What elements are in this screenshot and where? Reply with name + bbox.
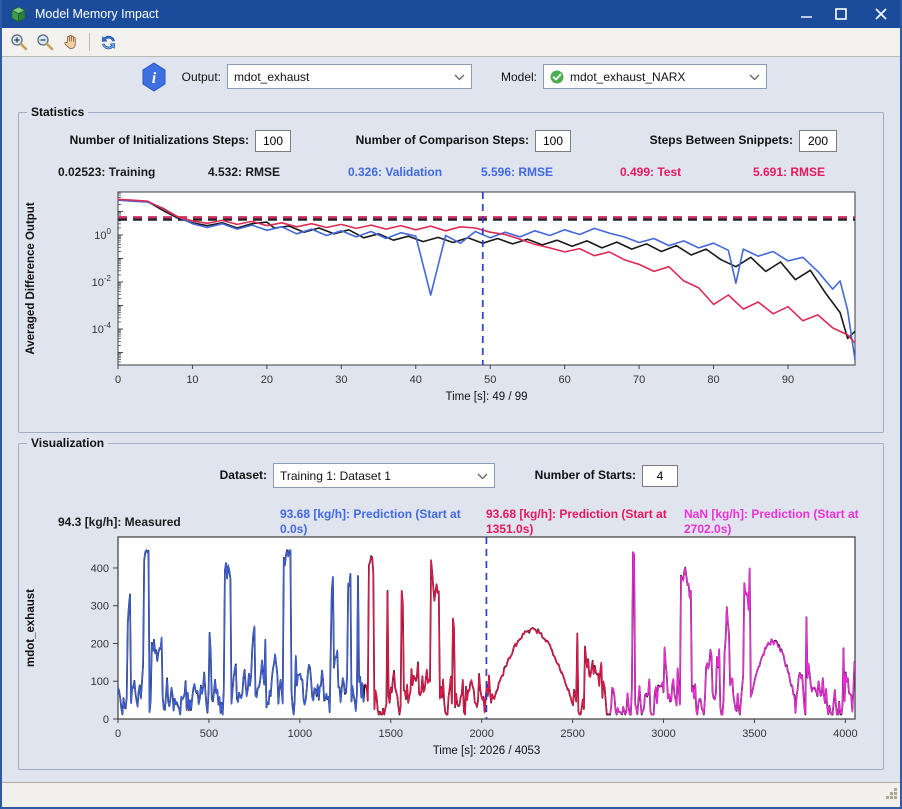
toolbar bbox=[2, 28, 900, 57]
svg-text:3500: 3500 bbox=[742, 728, 766, 740]
svg-text:1500: 1500 bbox=[379, 728, 403, 740]
app-icon bbox=[10, 6, 27, 23]
dataset-label: Dataset: bbox=[139, 468, 267, 482]
svg-text:50: 50 bbox=[484, 374, 496, 386]
svg-text:4000: 4000 bbox=[833, 728, 857, 740]
svg-text:10-2: 10-2 bbox=[92, 274, 112, 289]
svg-text:10: 10 bbox=[186, 374, 198, 386]
svg-text:3000: 3000 bbox=[651, 728, 675, 740]
svg-text:2000: 2000 bbox=[469, 728, 493, 740]
svg-text:1000: 1000 bbox=[288, 728, 312, 740]
output-label: Output: bbox=[141, 70, 221, 84]
title-bar: Model Memory Impact bbox=[2, 0, 900, 28]
model-dropdown-value: mdot_exhaust_NARX bbox=[570, 70, 685, 84]
svg-text:30: 30 bbox=[335, 374, 347, 386]
refresh-button[interactable] bbox=[95, 30, 121, 54]
dataset-dropdown-value: Training 1: Dataset 1 bbox=[280, 469, 391, 483]
visualization-plot[interactable]: 0100200300400050010001500200025003000350… bbox=[20, 532, 884, 768]
svg-text:60: 60 bbox=[559, 374, 571, 386]
svg-text:90: 90 bbox=[782, 374, 794, 386]
number-of-starts-label: Number of Starts: bbox=[511, 468, 636, 482]
resize-grip[interactable] bbox=[885, 787, 898, 805]
svg-text:10-4: 10-4 bbox=[92, 321, 112, 336]
legend-measured: 94.3 [kg/h]: Measured bbox=[58, 515, 181, 529]
zoom-out-button[interactable] bbox=[32, 30, 58, 54]
model-dropdown[interactable]: mdot_exhaust_NARX bbox=[543, 64, 767, 89]
visualization-group: Visualization Dataset: Training 1: Datas… bbox=[18, 443, 884, 770]
status-bar bbox=[2, 782, 900, 807]
chevron-down-icon bbox=[749, 70, 760, 84]
svg-text:100: 100 bbox=[91, 676, 109, 688]
output-dropdown[interactable]: mdot_exhaust bbox=[227, 64, 472, 89]
svg-text:200: 200 bbox=[91, 638, 109, 650]
output-dropdown-value: mdot_exhaust bbox=[234, 70, 309, 84]
comparison-steps-label: Number of Comparison Steps: bbox=[319, 133, 529, 147]
svg-text:300: 300 bbox=[91, 601, 109, 613]
zoom-out-icon bbox=[36, 33, 54, 51]
content-area: i Output: mdot_exhaust Model: mdot_exhau… bbox=[2, 57, 900, 807]
svg-text:2500: 2500 bbox=[560, 728, 584, 740]
hand-icon bbox=[62, 33, 80, 51]
svg-text:20: 20 bbox=[261, 374, 273, 386]
pan-button[interactable] bbox=[58, 30, 84, 54]
zoom-in-icon bbox=[10, 33, 28, 51]
legend-validation-rmse: 5.596: RMSE bbox=[481, 165, 553, 179]
legend-test-value: 0.499: Test bbox=[620, 165, 681, 179]
model-label: Model: bbox=[457, 70, 537, 84]
refresh-icon bbox=[100, 34, 117, 51]
legend-test-rmse: 5.691: RMSE bbox=[753, 165, 825, 179]
svg-text:0: 0 bbox=[103, 714, 109, 726]
toolbar-separator bbox=[89, 33, 90, 51]
comparison-steps-field[interactable] bbox=[535, 130, 571, 152]
chevron-down-icon bbox=[477, 469, 488, 483]
svg-text:400: 400 bbox=[91, 563, 109, 575]
svg-text:80: 80 bbox=[707, 374, 719, 386]
snippet-steps-label: Steps Between Snippets: bbox=[585, 133, 793, 147]
svg-text:40: 40 bbox=[410, 374, 422, 386]
legend-training-rmse: 4.532: RMSE bbox=[208, 165, 280, 179]
statistics-group: Statistics Number of Initializations Ste… bbox=[18, 112, 884, 433]
number-of-starts-field[interactable] bbox=[642, 465, 678, 487]
svg-text:70: 70 bbox=[633, 374, 645, 386]
snippet-steps-field[interactable] bbox=[799, 130, 837, 152]
svg-text:0: 0 bbox=[115, 728, 121, 740]
window-title: Model Memory Impact bbox=[35, 7, 789, 21]
init-steps-field[interactable] bbox=[255, 130, 291, 152]
svg-text:100: 100 bbox=[94, 227, 111, 242]
svg-text:mdot_exhaust: mdot_exhaust bbox=[25, 589, 37, 667]
dataset-dropdown[interactable]: Training 1: Dataset 1 bbox=[273, 463, 495, 488]
check-circle-icon bbox=[550, 70, 564, 84]
maximize-button[interactable] bbox=[824, 0, 858, 28]
svg-text:Time [s]: 49 / 99: Time [s]: 49 / 99 bbox=[445, 391, 527, 403]
zoom-in-button[interactable] bbox=[6, 30, 32, 54]
svg-text:Time [s]: 2026 / 4053: Time [s]: 2026 / 4053 bbox=[433, 745, 541, 757]
init-steps-label: Number of Initializations Steps: bbox=[37, 133, 249, 147]
model-memory-impact-window: Model Memory Impact bbox=[0, 0, 902, 809]
svg-text:0: 0 bbox=[115, 374, 121, 386]
minimize-button[interactable] bbox=[789, 0, 823, 28]
legend-validation-value: 0.326: Validation bbox=[348, 165, 442, 179]
statistics-group-title: Statistics bbox=[27, 105, 88, 119]
close-button[interactable] bbox=[864, 0, 898, 28]
legend-training-value: 0.02523: Training bbox=[58, 165, 155, 179]
visualization-group-title: Visualization bbox=[27, 436, 108, 450]
statistics-plot[interactable]: 100 10-2 10-4 0 10 20 30 40 50 60 70 80 90 Time [s]: … bbox=[20, 181, 884, 429]
svg-text:Averaged Difference Output: Averaged Difference Output bbox=[25, 202, 37, 354]
svg-text:500: 500 bbox=[200, 728, 218, 740]
